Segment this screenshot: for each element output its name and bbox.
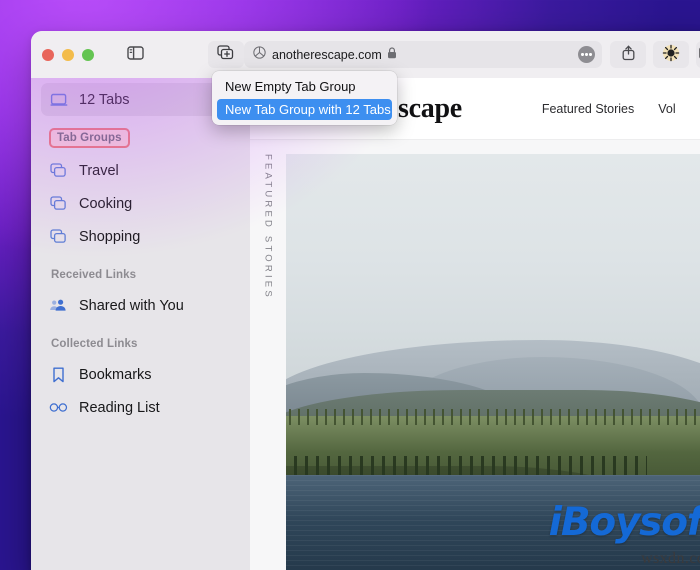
tab-overview-button[interactable]	[696, 41, 700, 68]
vertical-section-label: FEATURED STORIES	[263, 154, 274, 300]
sun-icon	[662, 44, 680, 65]
sidebar-toggle-button[interactable]	[120, 42, 150, 67]
glasses-icon	[49, 402, 68, 413]
sidebar-item-label: Reading List	[79, 400, 160, 416]
article-area: FEATURED STORIES iBoysoft	[250, 140, 700, 570]
sidebar-heading-received-links: Received Links	[49, 269, 138, 281]
window-controls	[42, 49, 94, 61]
lock-icon	[387, 46, 397, 64]
minimize-button[interactable]	[62, 49, 74, 61]
new-tab-group-icon	[217, 45, 236, 64]
new-tab-group-button[interactable]	[208, 41, 244, 68]
share-button[interactable]	[610, 41, 646, 68]
sidebar-item-label: Shopping	[79, 229, 140, 245]
desktop-background: anotherescape.com	[0, 0, 700, 570]
sidebar-item-shared-with-you[interactable]: Shared with You	[41, 289, 240, 322]
window-body: 12 Tabs Tab Groups Travel	[31, 78, 700, 570]
menu-item-new-empty-tab-group[interactable]: New Empty Tab Group	[217, 76, 392, 97]
nav-link-volumes[interactable]: Vol	[658, 102, 675, 116]
tab-group-icon	[49, 163, 68, 178]
new-tab-group-menu: New Empty Tab Group New Tab Group with 1…	[212, 71, 397, 125]
tab-group-icon	[49, 196, 68, 211]
people-icon	[49, 298, 68, 313]
browser-window: anotherescape.com	[31, 31, 700, 570]
vertical-section-label-rail: FEATURED STORIES	[250, 140, 286, 570]
sidebar-item-label: Cooking	[79, 196, 132, 212]
nav-link-featured-stories[interactable]: Featured Stories	[542, 102, 634, 116]
ellipsis-icon[interactable]	[578, 46, 595, 63]
share-icon	[621, 45, 636, 64]
watermark-logo: iBoysoft	[549, 503, 700, 542]
sidebar-icon	[127, 46, 144, 63]
sidebar-item-travel[interactable]: Travel	[41, 154, 240, 187]
sidebar-heading-tab-groups: Tab Groups	[49, 128, 130, 148]
sidebar-item-all-tabs[interactable]: 12 Tabs	[41, 83, 240, 116]
sidebar-item-label: Travel	[79, 163, 119, 179]
sidebar-item-shopping[interactable]: Shopping	[41, 220, 240, 253]
sidebar-heading-collected-links-wrap: Collected Links	[41, 322, 240, 358]
sidebar-heading-received-links-wrap: Received Links	[41, 253, 240, 289]
watermark-domain: wsxdn.com	[641, 550, 700, 568]
extension-button[interactable]	[653, 41, 689, 68]
close-button[interactable]	[42, 49, 54, 61]
menu-item-new-tab-group-with-tabs[interactable]: New Tab Group with 12 Tabs	[217, 99, 392, 120]
sidebar-item-label: 12 Tabs	[79, 92, 130, 108]
address-bar[interactable]: anotherescape.com	[244, 41, 602, 68]
page-content: Another Escape Featured Stories Vol FEAT…	[250, 78, 700, 570]
sidebar-item-cooking[interactable]: Cooking	[41, 187, 240, 220]
globe-icon	[253, 46, 266, 64]
site-navigation: Featured Stories Vol	[542, 102, 676, 116]
hero-image-wrap: iBoysoft wsxdn.com	[286, 140, 700, 570]
toolbar-right-buttons	[610, 41, 700, 68]
sidebar-heading-collected-links: Collected Links	[49, 338, 140, 350]
sidebar: 12 Tabs Tab Groups Travel	[31, 78, 250, 570]
sidebar-item-reading-list[interactable]: Reading List	[41, 391, 240, 424]
tab-group-icon	[49, 229, 68, 244]
sidebar-heading-tab-groups-wrap: Tab Groups	[41, 116, 240, 154]
sidebar-item-bookmarks[interactable]: Bookmarks	[41, 358, 240, 391]
sidebar-item-label: Bookmarks	[79, 367, 152, 383]
sidebar-item-label: Shared with You	[79, 298, 184, 314]
hero-image: iBoysoft wsxdn.com	[286, 154, 700, 570]
zoom-button[interactable]	[82, 49, 94, 61]
bookmark-icon	[49, 367, 68, 383]
window-icon	[49, 93, 68, 107]
address-url: anotherescape.com	[272, 48, 382, 62]
